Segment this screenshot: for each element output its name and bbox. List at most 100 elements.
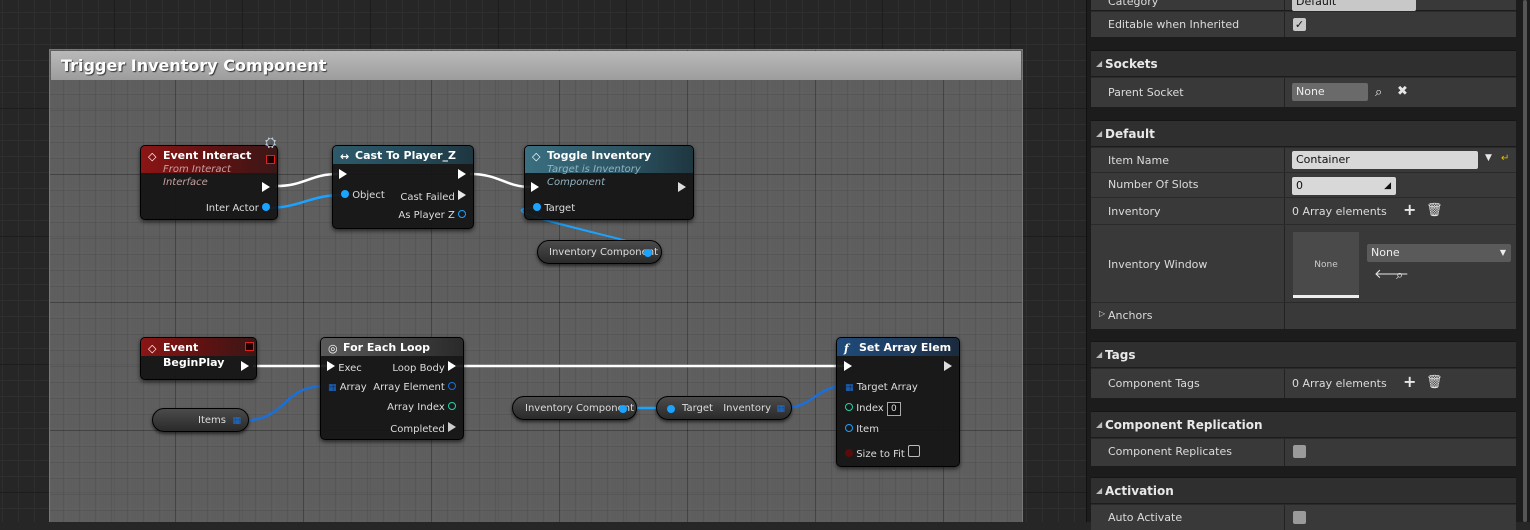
array-index-pin[interactable]: Array Index (387, 402, 456, 413)
cast-node[interactable]: ↔ Cast To Player_Z Object Cast Failed As… (332, 145, 474, 229)
exec-out-pin[interactable] (944, 361, 952, 374)
delegate-pin-icon[interactable] (245, 342, 254, 351)
collapse-arrow-icon: ◢ (1096, 59, 1103, 68)
delegate-pin-icon[interactable] (266, 155, 275, 164)
pin-label: Array Index (387, 402, 445, 413)
exec-out-pin[interactable] (262, 182, 270, 195)
blueprint-graph[interactable]: Trigger Inventory Component ◇ Event Inte… (0, 0, 1086, 522)
array-pin-icon[interactable]: ▦ (776, 397, 785, 421)
target-array-pin[interactable]: ▦ Target Array (845, 382, 918, 393)
inter-actor-pin[interactable]: Inter Actor (206, 203, 270, 214)
default-section-header[interactable]: ◢ Default (1091, 120, 1516, 146)
number-of-slots-row: Number Of Slots 0 ◢ (1091, 172, 1516, 197)
add-element-icon[interactable]: + (1403, 202, 1416, 218)
browse-search-icon[interactable]: ⌕ (1396, 269, 1403, 283)
exec-in-pin[interactable] (339, 169, 347, 182)
array-pin[interactable]: ▦ Array (328, 382, 367, 393)
items-variable[interactable]: Items ▦ (152, 408, 249, 432)
clear-icon[interactable]: ✖ (1397, 85, 1408, 99)
dropdown-arrow-icon[interactable]: ▼ (1485, 151, 1492, 165)
reset-to-default-icon[interactable]: ↵ (1501, 152, 1509, 166)
exec-out-pin[interactable] (678, 182, 686, 195)
object-pin-icon[interactable] (667, 405, 675, 413)
asset-thumbnail[interactable]: None (1293, 232, 1359, 298)
replicates-checkbox[interactable] (1293, 445, 1306, 458)
variable-label: Items (198, 415, 226, 426)
trash-icon[interactable]: 🗑 (1426, 376, 1443, 390)
completed-pin[interactable]: Completed (390, 422, 456, 435)
object-pin-icon (458, 210, 466, 218)
for-each-loop-node[interactable]: ◎ For Each Loop Exec Loop Body ▦ Array A… (320, 337, 464, 440)
spinner-icon: ◢ (1384, 181, 1391, 191)
inventory-component-variable[interactable]: Inventory Component (512, 396, 637, 420)
target-pin[interactable]: Target (533, 203, 575, 214)
auto-activate-checkbox[interactable] (1293, 511, 1306, 524)
array-count: 0 Array elements (1292, 377, 1387, 390)
set-array-elem-node[interactable]: f Set Array Elem ▦ Target Array Index 0 … (836, 337, 960, 467)
pin-label: Exec (338, 363, 362, 374)
event-interact-node[interactable]: ◇ Event Interact From Interact Interface… (140, 145, 278, 220)
integer-pin-icon (448, 402, 456, 410)
search-icon[interactable]: ⌕ (1375, 86, 1382, 100)
array-pin-icon[interactable]: ▦ (232, 409, 241, 433)
object-pin[interactable]: Object (341, 190, 385, 201)
object-pin-icon[interactable] (644, 249, 652, 257)
exec-out-pin[interactable] (458, 169, 466, 182)
pin-label: Loop Body (392, 363, 445, 374)
object-pin-icon (262, 203, 270, 211)
component-replicates-row: Component Replicates (1091, 438, 1516, 466)
size-to-fit-checkbox[interactable] (908, 445, 921, 457)
details-scrollbar[interactable] (1520, 0, 1530, 522)
parent-socket-field[interactable]: None (1292, 83, 1368, 101)
section-title: Activation (1105, 484, 1174, 498)
inventory-component-variable[interactable]: Inventory Component (537, 240, 662, 264)
activation-section-header[interactable]: ◢ Activation (1091, 477, 1516, 503)
expand-arrow-icon[interactable]: ▷ (1099, 309, 1105, 318)
anchors-row[interactable]: ▷ Anchors (1091, 302, 1516, 329)
object-pin-icon (533, 203, 541, 211)
exec-out-pin[interactable] (241, 361, 249, 374)
details-panel[interactable]: Category Default Editable when Inherited… (1086, 0, 1530, 530)
event-beginplay-header: ◇ Event BeginPlay (141, 338, 256, 369)
index-pin[interactable]: Index 0 (845, 402, 901, 416)
section-title: Tags (1105, 348, 1136, 362)
event-beginplay-node[interactable]: ◇ Event BeginPlay (140, 337, 257, 380)
object-pin-icon (448, 382, 456, 390)
cast-header: ↔ Cast To Player_Z (333, 146, 473, 164)
replication-section-header[interactable]: ◢ Component Replication (1091, 411, 1516, 437)
use-selected-arrow-icon[interactable]: 🡐 (1374, 268, 1409, 282)
row-label: Anchors (1108, 309, 1153, 322)
category-row: Category Default (1091, 0, 1516, 11)
exec-in-pin[interactable] (531, 182, 539, 195)
exec-in-pin[interactable] (844, 361, 852, 374)
number-of-slots-field[interactable]: 0 ◢ (1292, 177, 1396, 195)
tags-section-header[interactable]: ◢ Tags (1091, 341, 1516, 367)
array-element-pin[interactable]: Array Element (373, 382, 456, 393)
scrollbar-thumb[interactable] (1523, 0, 1527, 522)
item-pin[interactable]: Item (845, 424, 879, 435)
object-pin-icon[interactable] (619, 405, 627, 413)
sockets-section-header[interactable]: ◢ Sockets (1091, 50, 1516, 76)
variable-label: Inventory Component (525, 403, 634, 414)
object-pin-icon (341, 190, 349, 198)
item-name-field[interactable]: Container (1292, 151, 1478, 169)
object-wire (266, 193, 343, 210)
cast-failed-pin[interactable]: Cast Failed (400, 190, 466, 203)
inventory-window-dropdown[interactable]: None ▼ (1367, 244, 1511, 262)
get-inventory-node[interactable]: Target Inventory ▦ (656, 396, 792, 420)
category-dropdown[interactable]: Default (1292, 0, 1416, 11)
size-to-fit-pin[interactable]: Size to Fit (845, 445, 921, 460)
toggle-inventory-node[interactable]: ◇ Toggle Inventory Target is Inventory C… (524, 145, 694, 220)
pin-label: Inter Actor (205, 203, 259, 214)
as-player-pin[interactable]: As Player Z (398, 210, 466, 221)
index-input[interactable]: 0 (886, 402, 901, 416)
loop-body-pin[interactable]: Loop Body (392, 361, 456, 374)
exec-in-pin[interactable]: Exec (327, 361, 362, 374)
editable-checkbox[interactable]: ✓ (1293, 18, 1306, 31)
trash-icon[interactable]: 🗑 (1426, 204, 1443, 218)
row-label: Number Of Slots (1108, 178, 1199, 191)
event-interact-header: ◇ Event Interact From Interact Interface (141, 146, 277, 188)
node-title: Event Interact (163, 149, 252, 162)
node-subtitle: Target is Inventory Component (547, 164, 641, 188)
add-element-icon[interactable]: + (1403, 374, 1416, 390)
